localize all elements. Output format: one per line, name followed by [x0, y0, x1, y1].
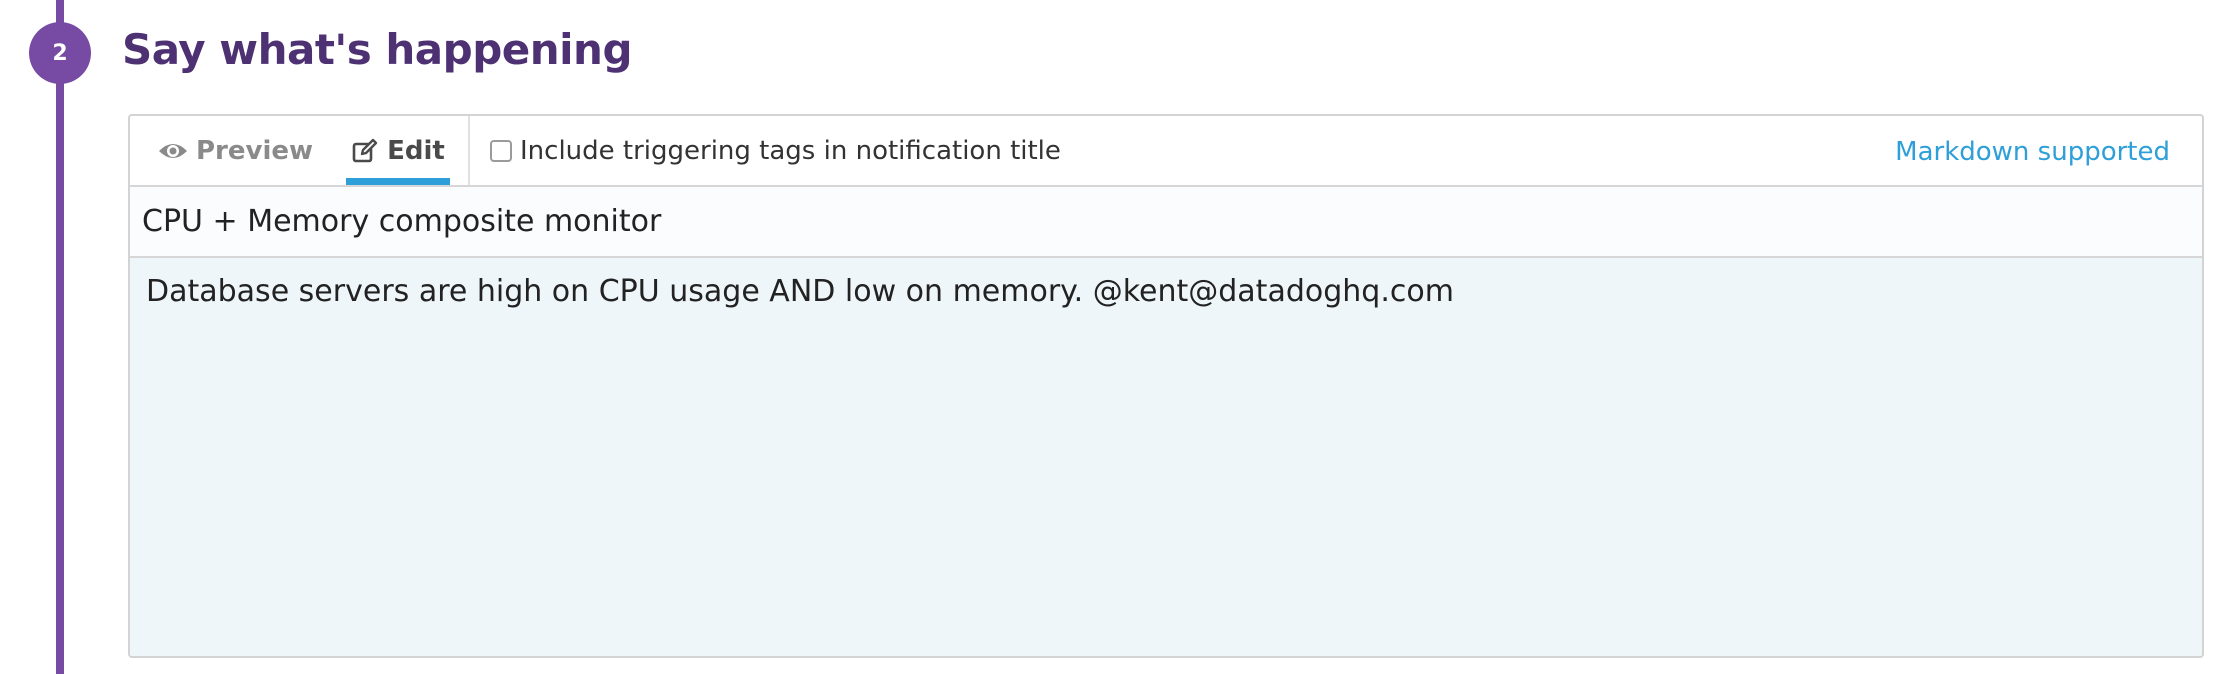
notification-title-input[interactable]: CPU + Memory composite monitor [130, 187, 2202, 258]
tab-preview-label: Preview [196, 135, 314, 166]
notification-editor: Preview Edit Include triggering tags in … [128, 114, 2204, 658]
step-timeline-line [56, 0, 64, 674]
tab-edit[interactable]: Edit [346, 116, 450, 185]
tab-edit-label: Edit [387, 135, 445, 166]
step-number-badge: 2 [29, 22, 91, 84]
eye-icon [158, 141, 188, 161]
step-title: Say what's happening [122, 25, 633, 74]
edit-icon [351, 137, 379, 165]
include-tags-label: Include triggering tags in notification … [520, 135, 1061, 166]
include-tags-checkbox[interactable] [490, 139, 512, 162]
toolbar-divider [468, 116, 470, 185]
editor-toolbar: Preview Edit Include triggering tags in … [130, 116, 2202, 187]
include-tags-option[interactable]: Include triggering tags in notification … [490, 116, 1061, 185]
markdown-supported-link[interactable]: Markdown supported [1895, 116, 2170, 187]
notification-body-textarea[interactable]: Database servers are high on CPU usage A… [130, 258, 2202, 656]
monitor-step-section: 2 Say what's happening Preview Edit Incl… [0, 0, 2238, 674]
tab-preview[interactable]: Preview [158, 116, 313, 185]
